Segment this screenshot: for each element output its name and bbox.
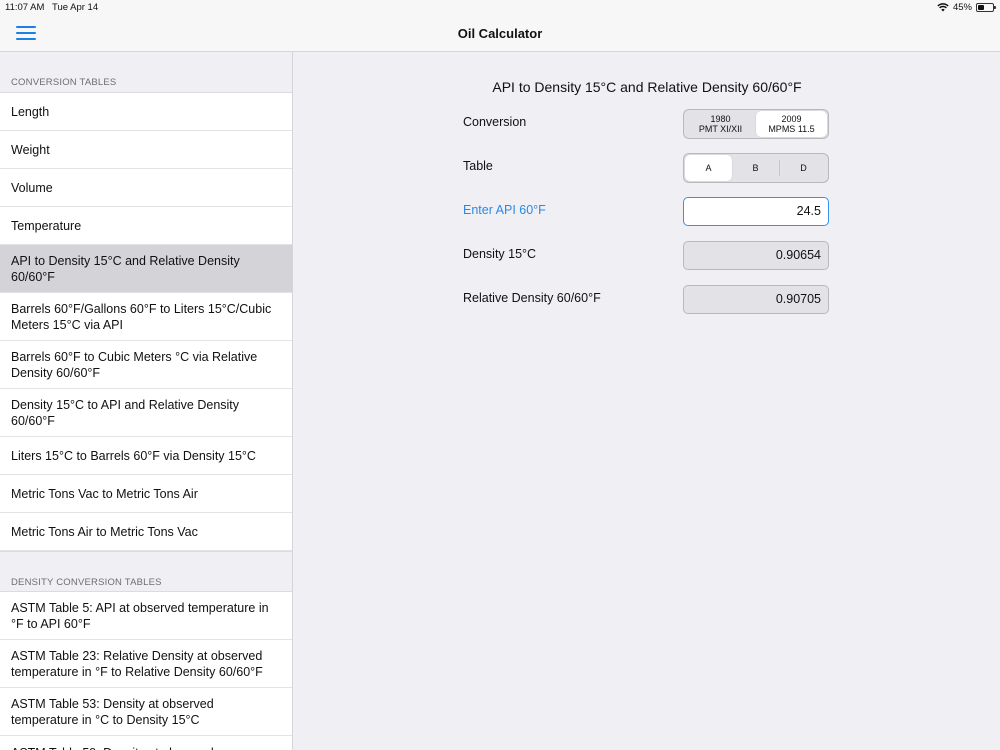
density-tables-list: ASTM Table 5: API at observed temperatur… bbox=[0, 592, 292, 750]
app-title: Oil Calculator bbox=[457, 26, 543, 41]
status-bar: 11:07 AM Tue Apr 14 45% bbox=[0, 0, 1000, 16]
sidebar-item-temperature[interactable]: Temperature bbox=[0, 207, 292, 245]
relative-density-output-field: 0.90705 bbox=[683, 285, 829, 314]
table-option-a[interactable]: A bbox=[685, 155, 732, 181]
status-date: Tue Apr 14 bbox=[52, 2, 99, 13]
sidebar-item-density-to-api[interactable]: Density 15°C to API and Relative Density… bbox=[0, 389, 292, 437]
section-header-conversion-tables: CONVERSION TABLES bbox=[0, 52, 292, 93]
sidebar-item-length[interactable]: Length bbox=[0, 93, 292, 131]
table-segmented-control: A B D bbox=[683, 153, 829, 183]
status-time: 11:07 AM bbox=[5, 2, 45, 13]
status-right: 45% bbox=[937, 2, 996, 13]
conversion-option-1980[interactable]: 1980 PMT XI/XII bbox=[685, 111, 756, 137]
sidebar: CONVERSION TABLES Length Weight Volume T… bbox=[0, 52, 293, 750]
conversion-option-2009-year: 2009 bbox=[781, 114, 802, 124]
table-option-d[interactable]: D bbox=[780, 155, 827, 181]
sidebar-item-astm-table-53[interactable]: ASTM Table 53: Density at observed tempe… bbox=[0, 688, 292, 736]
api-input-field[interactable]: 24.5 bbox=[683, 197, 829, 226]
sidebar-item-weight[interactable]: Weight bbox=[0, 131, 292, 169]
sidebar-item-astm-table-5[interactable]: ASTM Table 5: API at observed temperatur… bbox=[0, 592, 292, 640]
main-content: API to Density 15°C and Relative Density… bbox=[294, 52, 1000, 750]
sidebar-item-tons-vac-to-air[interactable]: Metric Tons Vac to Metric Tons Air bbox=[0, 475, 292, 513]
section-header-density-conversion-tables: DENSITY CONVERSION TABLES bbox=[0, 551, 292, 592]
conversion-option-1980-standard: PMT XI/XII bbox=[698, 124, 743, 134]
sidebar-item-barrels-to-cubic-meters[interactable]: Barrels 60°F to Cubic Meters °C via Rela… bbox=[0, 341, 292, 389]
api-input-label: Enter API 60°F bbox=[463, 203, 546, 217]
density-label: Density 15°C bbox=[463, 247, 537, 261]
conversion-option-2009-standard: MPMS 11.5 bbox=[768, 124, 815, 134]
sidebar-item-liters-to-barrels[interactable]: Liters 15°C to Barrels 60°F via Density … bbox=[0, 437, 292, 475]
table-option-b[interactable]: B bbox=[732, 155, 779, 181]
conversion-option-1980-year: 1980 bbox=[710, 114, 731, 124]
sidebar-item-barrels-to-liters[interactable]: Barrels 60°F/Gallons 60°F to Liters 15°C… bbox=[0, 293, 292, 341]
sidebar-item-api-to-density[interactable]: API to Density 15°C and Relative Density… bbox=[0, 245, 292, 293]
battery-icon bbox=[976, 3, 996, 12]
density-output-field: 0.90654 bbox=[683, 241, 829, 270]
relative-density-label: Relative Density 60/60°F bbox=[463, 291, 601, 305]
table-label: Table bbox=[463, 159, 493, 173]
conversion-segmented-control: 1980 PMT XI/XII 2009 MPMS 11.5 bbox=[683, 109, 829, 139]
battery-percent: 45% bbox=[952, 2, 972, 13]
conversion-tables-list: Length Weight Volume Temperature API to … bbox=[0, 93, 292, 551]
conversion-label: Conversion bbox=[463, 115, 527, 129]
sidebar-item-astm-table-59[interactable]: ASTM Table 59: Density at observed bbox=[0, 736, 292, 750]
sidebar-item-astm-table-23[interactable]: ASTM Table 23: Relative Density at obser… bbox=[0, 640, 292, 688]
navigation-bar: Oil Calculator bbox=[0, 16, 1000, 52]
wifi-icon bbox=[937, 3, 949, 12]
sidebar-item-tons-air-to-vac[interactable]: Metric Tons Air to Metric Tons Vac bbox=[0, 513, 292, 551]
page-title: API to Density 15°C and Relative Density… bbox=[492, 79, 802, 95]
sidebar-item-volume[interactable]: Volume bbox=[0, 169, 292, 207]
conversion-option-2009[interactable]: 2009 MPMS 11.5 bbox=[756, 111, 827, 137]
